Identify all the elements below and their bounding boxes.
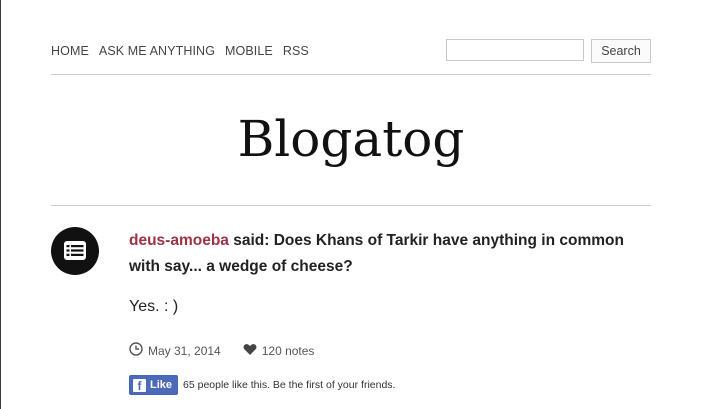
post-meta: May 31, 2014 120 notes [129, 342, 314, 359]
facebook-like-label: Like [150, 379, 173, 391]
header-divider [51, 205, 651, 206]
facebook-icon: f [133, 378, 146, 393]
nav-home-link[interactable]: HOME [51, 44, 89, 58]
post-question: deus-amoeba said: Does Khans of Tarkir h… [129, 228, 649, 280]
blog-title[interactable]: Blogatog [51, 109, 651, 169]
nav-mobile-link[interactable]: MOBILE [225, 44, 273, 58]
search-input[interactable] [446, 39, 584, 61]
search-button[interactable]: Search [591, 39, 651, 63]
post-answer: Yes. : ) [129, 298, 179, 315]
nav-ask-me-anything-link[interactable]: ASK ME ANYTHING [99, 44, 215, 58]
main-nav: HOME ASK ME ANYTHING MOBILE RSS [51, 44, 309, 58]
asker-link[interactable]: deus-amoeba [129, 232, 229, 249]
post-notes-link[interactable]: 120 notes [243, 343, 315, 359]
heart-icon [243, 343, 257, 359]
post-notes: 120 notes [261, 343, 315, 358]
facebook-like-widget: f Like 65 people like this. Be the first… [129, 375, 395, 395]
post-date: May 31, 2014 [148, 343, 221, 358]
facebook-like-count-text: 65 people like this. Be the first of you… [183, 379, 396, 391]
top-navigation-bar: HOME ASK ME ANYTHING MOBILE RSS Search [51, 38, 651, 75]
nav-rss-link[interactable]: RSS [283, 44, 309, 58]
chat-list-icon[interactable] [51, 227, 99, 275]
clock-icon [129, 342, 143, 359]
facebook-like-button[interactable]: f Like [129, 375, 179, 395]
window-left-border [0, 0, 1, 409]
post-date-link[interactable]: May 31, 2014 [129, 342, 221, 359]
